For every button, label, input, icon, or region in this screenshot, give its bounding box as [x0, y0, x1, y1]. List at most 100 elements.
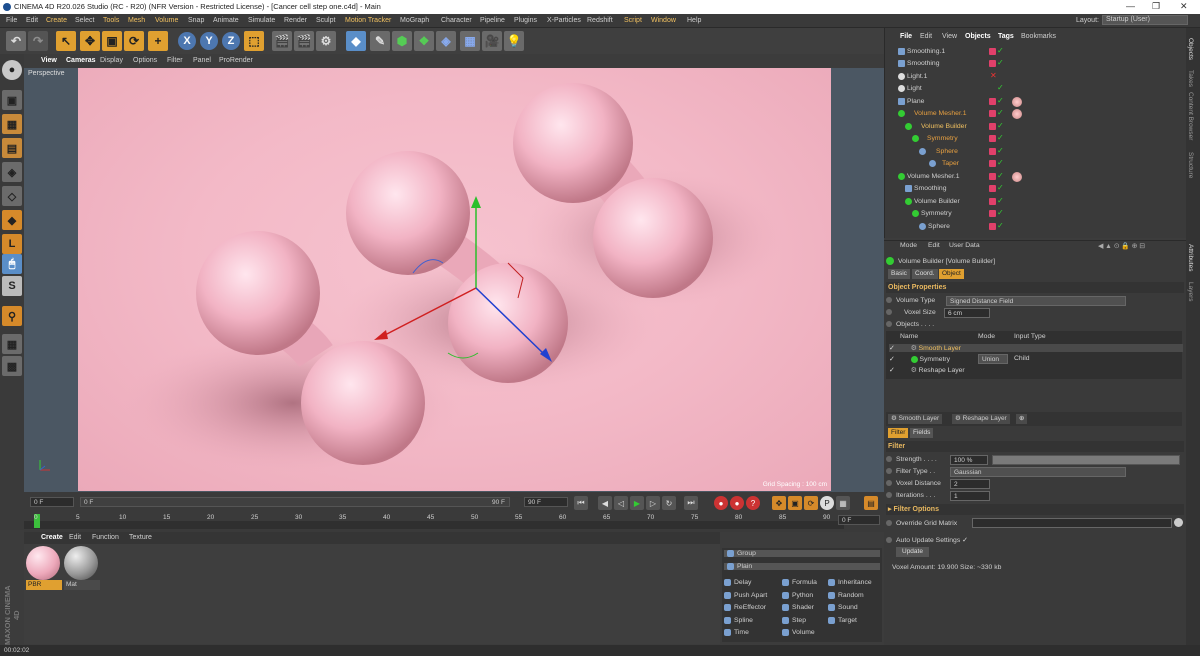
anim-dot[interactable] — [886, 480, 892, 487]
object-row[interactable]: Symmetry ✓ — [886, 133, 1186, 145]
next-frame-icon[interactable]: ▷ — [646, 496, 660, 510]
tab-smooth-layer[interactable]: ⚙ Smooth Layer — [888, 414, 943, 424]
loop-icon[interactable]: ↻ — [662, 496, 676, 510]
material-tag-icon[interactable] — [1012, 172, 1022, 182]
object-row[interactable]: Volume Builder ✓ — [886, 121, 1186, 133]
tab-reshape-layer[interactable]: ⚙ Reshape Layer — [952, 414, 1010, 424]
grid-icon[interactable]: ▦ — [2, 334, 22, 354]
keyframe-selection-icon[interactable]: ? — [746, 496, 760, 510]
mat-menu-texture[interactable]: Texture — [129, 534, 152, 541]
list-item-symmetry[interactable]: ✓ Symmetry — [889, 355, 950, 363]
object-row[interactable]: Plane ✓ — [886, 96, 1186, 108]
enabled-check-icon[interactable]: ✓ — [997, 221, 1004, 230]
enabled-check-icon[interactable]: ✓ — [997, 83, 1004, 92]
menu-simulate[interactable]: Simulate — [248, 17, 275, 24]
node-target[interactable]: Target — [828, 617, 857, 624]
menu-motion-tracker[interactable]: Motion Tracker — [345, 17, 391, 24]
update-button[interactable]: Update — [896, 547, 929, 557]
tab-structure[interactable]: Structure — [1187, 152, 1194, 178]
tab-object[interactable]: Object — [939, 269, 964, 279]
anim-dot[interactable] — [886, 309, 892, 316]
menu-redshift[interactable]: Redshift — [587, 17, 613, 24]
object-row[interactable]: Volume Builder ✓ — [886, 196, 1186, 208]
menu-render[interactable]: Render — [284, 17, 307, 24]
node-sound[interactable]: Sound — [828, 604, 858, 611]
strength-field[interactable]: 100 % — [950, 455, 988, 465]
menu-edit[interactable]: Edit — [26, 17, 38, 24]
object-row[interactable]: Volume Mesher.1 ✓ — [886, 108, 1186, 120]
object-row[interactable]: Smoothing.1 ✓ — [886, 46, 1186, 58]
node-random[interactable]: Random — [828, 592, 864, 599]
object-row[interactable]: Light.1 ✕ — [886, 71, 1186, 83]
obj-menu-view[interactable]: View — [942, 33, 957, 40]
node-group[interactable]: Group — [724, 550, 880, 557]
tab-layers[interactable]: Layers — [1187, 282, 1194, 302]
node-shader[interactable]: Shader — [782, 604, 814, 611]
prev-frame-icon[interactable]: ◁ — [614, 496, 628, 510]
edges-mode-icon[interactable]: ◇ — [2, 186, 22, 206]
scale-icon[interactable]: ▣ — [102, 31, 122, 51]
enabled-check-icon[interactable]: ✓ — [889, 356, 895, 363]
camera-icon[interactable]: 🎥 — [482, 31, 502, 51]
key-rotation-icon[interactable]: ⟳ — [804, 496, 818, 510]
enabled-check-icon[interactable]: ✓ — [997, 171, 1004, 180]
maximize-button[interactable]: ❐ — [1152, 1, 1160, 12]
menu-plugins[interactable]: Plugins — [514, 17, 537, 24]
enabled-check-icon[interactable]: ✓ — [997, 146, 1004, 155]
enabled-check-icon[interactable]: ✓ — [997, 46, 1004, 55]
solo-icon[interactable]: ▩ — [2, 356, 22, 376]
menu-window[interactable]: Window — [651, 17, 676, 24]
undo-icon[interactable]: ↶ — [6, 31, 26, 51]
override-grid-field[interactable] — [972, 518, 1172, 528]
anim-dot[interactable] — [886, 492, 892, 499]
enabled-check-icon[interactable]: ✓ — [997, 121, 1004, 130]
voxel-size-field[interactable]: 6 cm — [944, 308, 990, 318]
enabled-check-icon[interactable]: ✓ — [997, 208, 1004, 217]
list-item-smooth-layer[interactable]: ✓ ⚙ Smooth Layer — [889, 344, 1183, 352]
preview-range-slider[interactable]: 0 F 90 F — [80, 497, 510, 507]
make-editable-icon[interactable]: ● — [2, 60, 22, 80]
voxel-distance-field[interactable]: 2 — [950, 479, 990, 489]
mode-dropdown[interactable]: Union — [978, 354, 1008, 364]
max-frame-field[interactable]: 90 F — [524, 497, 568, 507]
cloner-icon[interactable]: ❖ — [414, 31, 434, 51]
menu-select[interactable]: Select — [75, 17, 94, 24]
vp-menu-display[interactable]: Display — [100, 57, 123, 64]
render-settings-icon[interactable]: ⚙ — [316, 31, 336, 51]
autokey-icon[interactable]: ● — [730, 496, 744, 510]
tab-content-browser[interactable]: Content Browser — [1187, 92, 1194, 140]
menu-pipeline[interactable]: Pipeline — [480, 17, 505, 24]
menu-animate[interactable]: Animate — [213, 17, 239, 24]
node-volume[interactable]: Volume — [782, 629, 815, 636]
attr-nav-icons[interactable]: ◀ ▲ ⊙ 🔒 ⊕ ⊟ — [1098, 242, 1145, 250]
material-pbr[interactable]: PBR — [26, 546, 62, 592]
obj-menu-file[interactable]: File — [900, 33, 912, 40]
attr-menu-mode[interactable]: Mode — [900, 242, 917, 249]
x-axis-icon[interactable]: X — [178, 32, 196, 50]
pick-target-icon[interactable] — [1174, 518, 1183, 527]
obj-menu-tags[interactable]: Tags — [998, 33, 1014, 40]
node-delay[interactable]: Delay — [724, 579, 751, 586]
tab-attributes[interactable]: Attributes — [1187, 244, 1194, 271]
node-python[interactable]: Python — [782, 592, 813, 599]
menu-mograph[interactable]: MoGraph — [400, 17, 429, 24]
workplane-icon[interactable]: ▤ — [2, 138, 22, 158]
texture-mode-icon[interactable]: ▦ — [2, 114, 22, 134]
anim-dot[interactable] — [886, 456, 892, 463]
layout-dropdown[interactable]: Startup (User) — [1102, 15, 1188, 25]
tab-fields[interactable]: Fields — [910, 428, 934, 438]
model-mode-icon[interactable]: ▣ — [2, 90, 22, 110]
material-tag-icon[interactable] — [1012, 109, 1022, 119]
tab-takes[interactable]: Takes — [1187, 70, 1194, 87]
key-scale-icon[interactable]: ▣ — [788, 496, 802, 510]
time-ruler[interactable]: 0 5 10 15 20 25 30 35 40 45 50 55 60 65 … — [24, 512, 884, 530]
current-frame-field[interactable]: 0 F — [838, 515, 880, 525]
cube-icon[interactable]: ◆ — [346, 31, 366, 51]
tweak-mode-icon[interactable]: 🖱 — [2, 254, 22, 274]
vp-menu-filter[interactable]: Filter — [167, 57, 183, 64]
enabled-check-icon[interactable]: ✓ — [997, 108, 1004, 117]
menu-mesh[interactable]: Mesh — [128, 17, 145, 24]
vp-menu-view[interactable]: View — [41, 57, 57, 64]
object-row[interactable]: Sphere ✓ — [886, 146, 1186, 158]
snap-icon[interactable]: S — [2, 276, 22, 296]
